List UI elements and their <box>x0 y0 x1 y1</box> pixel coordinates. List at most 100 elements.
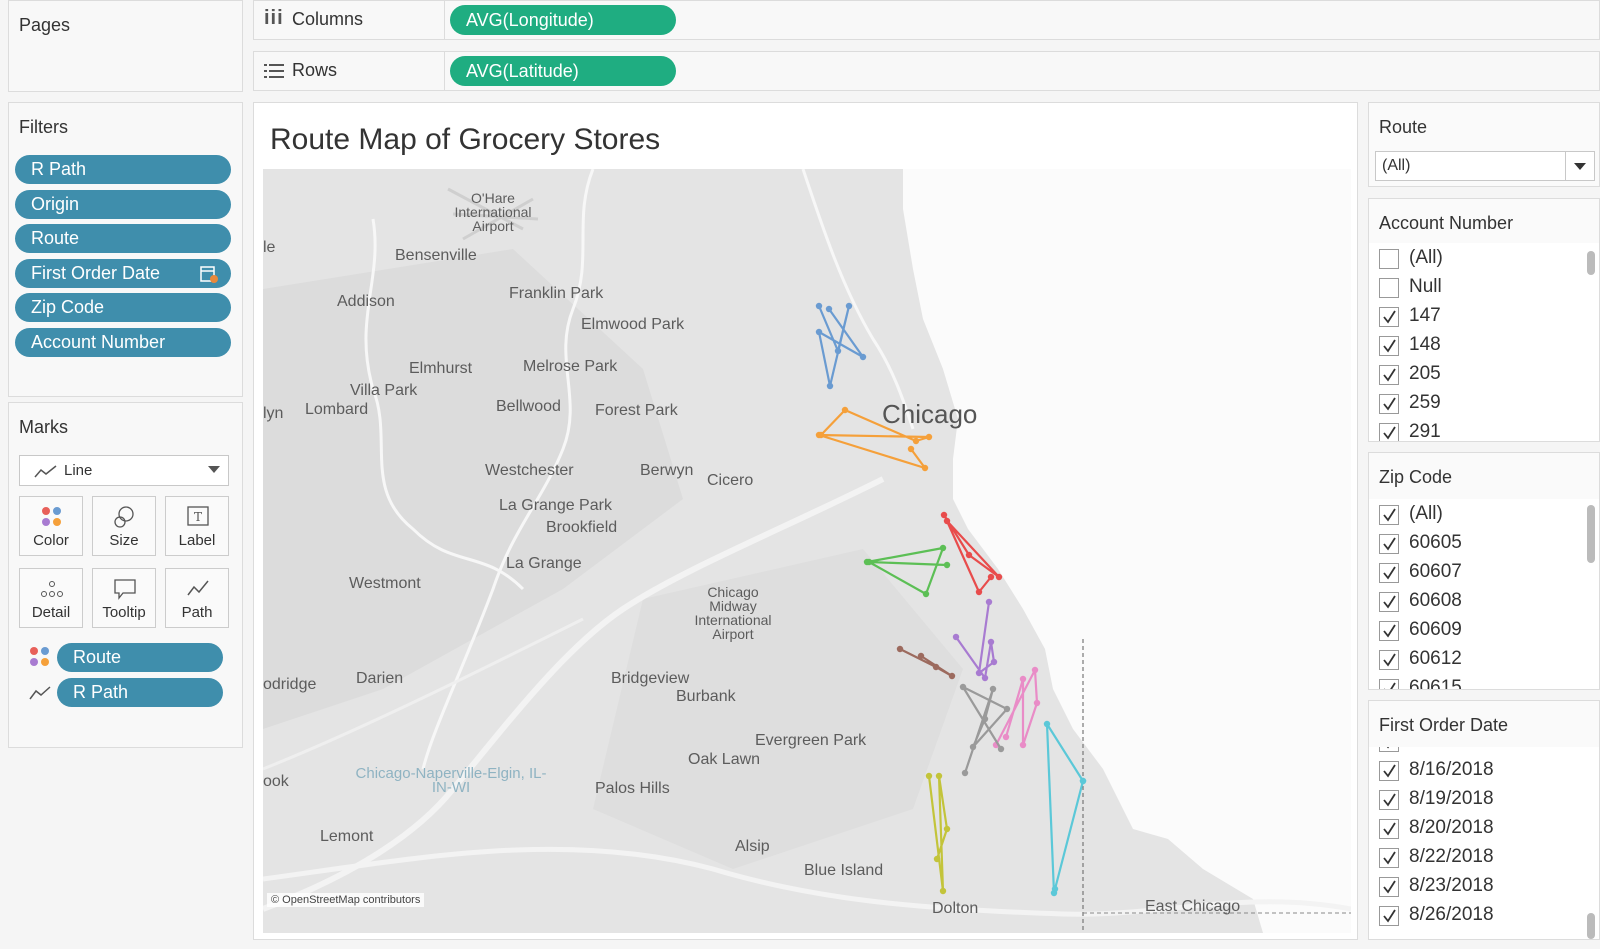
detail-button[interactable]: Detail <box>19 568 83 628</box>
label-button[interactable]: T Label <box>165 496 229 556</box>
checkbox-checked-icon[interactable] <box>1379 563 1399 583</box>
rows-shelf[interactable]: Rows AVG(Latitude) <box>253 51 1600 91</box>
account-filter-item[interactable]: 148 <box>1379 334 1569 360</box>
route-stop-point[interactable] <box>981 674 989 682</box>
checkbox-checked-icon[interactable] <box>1379 534 1399 554</box>
marks-panel[interactable]: Marks Line Color Size T Label Detail Too… <box>8 402 243 748</box>
route-stop-point[interactable] <box>1003 705 1011 713</box>
marks-field-route[interactable]: Route <box>57 643 223 672</box>
zip-filter-item[interactable]: 60609 <box>1379 619 1569 645</box>
account-filter-item[interactable]: 205 <box>1379 363 1569 389</box>
filter-pill-origin[interactable]: Origin <box>15 190 231 219</box>
route-stop-point[interactable] <box>1019 741 1027 749</box>
checkbox-checked-icon[interactable] <box>1379 621 1399 641</box>
route-stop-point[interactable] <box>912 437 920 445</box>
route-stop-point[interactable] <box>969 743 977 751</box>
checkbox-checked-icon[interactable] <box>1379 394 1399 414</box>
route-stop-point[interactable] <box>989 685 997 693</box>
route-stop-point[interactable] <box>896 645 904 653</box>
route-stop-point[interactable] <box>1031 666 1039 674</box>
date-filter-list[interactable]: 8/15/2018 8/16/2018 8/19/2018 8/20/2018 8/22… <box>1369 747 1599 939</box>
checkbox-checked-icon[interactable] <box>1379 592 1399 612</box>
route-stop-point[interactable] <box>939 887 947 895</box>
route-stop-point[interactable] <box>925 433 933 441</box>
route-stop-point[interactable] <box>815 302 823 310</box>
route-stop-point[interactable] <box>925 772 933 780</box>
route-stop-point[interactable] <box>935 772 943 780</box>
route-stop-point[interactable] <box>1043 720 1051 728</box>
checkbox-checked-icon[interactable] <box>1379 423 1399 441</box>
date-filter-scrollbar[interactable] <box>1587 913 1595 939</box>
date-filter-item[interactable]: 8/15/2018 <box>1379 747 1569 756</box>
size-button[interactable]: Size <box>92 496 156 556</box>
columns-shelf[interactable]: iii Columns AVG(Longitude) <box>253 0 1600 40</box>
route-stop-point[interactable] <box>815 328 823 336</box>
route-stop-point[interactable] <box>961 769 969 777</box>
filter-pill-first-order-date[interactable]: First Order Date <box>15 259 231 288</box>
checkbox-checked-icon[interactable] <box>1379 365 1399 385</box>
zip-filter-item[interactable]: 60607 <box>1379 561 1569 587</box>
route-stop-point[interactable] <box>1002 733 1010 741</box>
date-filter-item[interactable]: 8/19/2018 <box>1379 788 1569 814</box>
route-stop-point[interactable] <box>859 353 867 361</box>
account-filter-item[interactable]: 291 <box>1379 421 1569 441</box>
account-filter-scrollbar[interactable] <box>1587 251 1595 275</box>
route-stop-point[interactable] <box>948 672 956 680</box>
account-filter-item[interactable]: 147 <box>1379 305 1569 331</box>
route-stop-point[interactable] <box>985 598 993 606</box>
route-stop-point[interactable] <box>907 445 915 453</box>
checkbox-checked-icon[interactable] <box>1379 307 1399 327</box>
checkbox-checked-icon[interactable] <box>1379 336 1399 356</box>
zip-filter-scrollbar[interactable] <box>1587 505 1595 563</box>
zip-filter-item[interactable]: 60605 <box>1379 532 1569 558</box>
filters-panel[interactable]: Filters R Path Origin Route First Order … <box>8 102 243 397</box>
route-line[interactable] <box>1045 722 1085 894</box>
zip-filter-item[interactable]: 60608 <box>1379 590 1569 616</box>
map-attribution[interactable]: © OpenStreetMap contributors <box>267 893 425 907</box>
date-filter-item[interactable]: 8/16/2018 <box>1379 759 1569 785</box>
route-stop-point[interactable] <box>841 406 849 414</box>
route-stop-point[interactable] <box>826 382 834 390</box>
route-stop-point[interactable] <box>940 511 948 519</box>
route-stop-point[interactable] <box>865 558 873 566</box>
marks-field-r-path[interactable]: R Path <box>57 678 223 707</box>
route-stop-point[interactable] <box>1019 675 1027 683</box>
route-stop-point[interactable] <box>952 633 960 641</box>
pages-panel[interactable]: Pages <box>8 0 243 92</box>
route-stop-point[interactable] <box>939 544 947 552</box>
route-line[interactable] <box>955 601 996 680</box>
route-line[interactable] <box>927 774 949 893</box>
account-filter-item[interactable]: Null <box>1379 276 1569 302</box>
zip-filter-item[interactable]: 60615 <box>1379 677 1569 689</box>
checkbox-checked-icon[interactable] <box>1379 819 1399 839</box>
route-stop-point[interactable] <box>995 573 1003 581</box>
route-stop-point[interactable] <box>921 464 929 472</box>
route-stop-point[interactable] <box>990 658 998 666</box>
zip-filter-item[interactable]: (All) <box>1379 503 1569 529</box>
route-filter-dropdown[interactable]: (All) <box>1375 151 1595 181</box>
route-stop-point[interactable] <box>943 561 951 569</box>
route-stop-point[interactable] <box>975 669 983 677</box>
route-stop-point[interactable] <box>981 715 989 723</box>
map-canvas[interactable]: O'Hare International Airport Chicago Mid… <box>263 169 1351 933</box>
route-stop-point[interactable] <box>1033 699 1041 707</box>
date-filter-item[interactable]: 8/22/2018 <box>1379 846 1569 872</box>
checkbox-checked-icon[interactable] <box>1379 650 1399 670</box>
route-stop-point[interactable] <box>932 663 940 671</box>
checkbox-checked-icon[interactable] <box>1379 906 1399 926</box>
path-button[interactable]: Path <box>165 568 229 628</box>
checkbox-empty-icon[interactable] <box>1379 249 1399 269</box>
filter-pill-r-path[interactable]: R Path <box>15 155 231 184</box>
route-stop-point[interactable] <box>834 347 842 355</box>
checkbox-checked-icon[interactable] <box>1379 848 1399 868</box>
filter-pill-account-number[interactable]: Account Number <box>15 328 231 357</box>
route-stop-point[interactable] <box>933 855 941 863</box>
filter-pill-route[interactable]: Route <box>15 224 231 253</box>
route-stop-point[interactable] <box>943 825 951 833</box>
account-filter-item[interactable]: (All) <box>1379 247 1569 273</box>
route-line[interactable] <box>817 304 865 388</box>
tooltip-button[interactable]: Tooltip <box>92 568 156 628</box>
route-stop-point[interactable] <box>965 551 973 559</box>
route-stop-point[interactable] <box>917 652 925 660</box>
route-stop-point[interactable] <box>922 590 930 598</box>
